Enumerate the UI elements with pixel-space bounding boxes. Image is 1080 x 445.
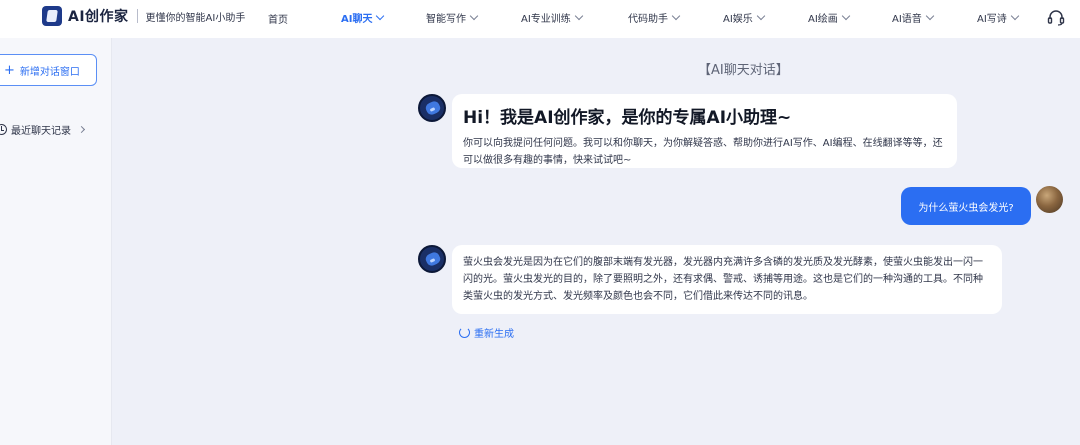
nav-label: AI聊天 [341,14,373,25]
logo-text: AI创作家 [68,9,129,25]
history-label: 最近聊天记录 [11,126,71,137]
nav-ai-training[interactable]: AI专业训练 [521,10,584,25]
logo[interactable]: AI创作家 更懂你的智能AI小助手 [42,6,245,26]
nav-label: 代码助手 [628,14,668,25]
regenerate-label: 重新生成 [474,329,514,340]
clock-icon [0,124,7,135]
nav-ai-painting[interactable]: AI绘画 [808,10,851,25]
nav-code-assistant[interactable]: 代码助手 [628,10,681,25]
new-chat-label: 新增对话窗口 [19,66,80,78]
logo-divider [136,9,138,23]
chevron-down-icon [469,11,479,21]
answer-bubble: 萤火虫会发光是因为在它们的腹部末端有发光器，发光器内充满许多含磷的发光质及发光酵… [452,245,1002,314]
nav-label: AI专业训练 [521,14,571,25]
headset-icon[interactable] [1047,9,1065,27]
nav-label: AI娱乐 [723,14,753,25]
user-message-text: 为什么萤火虫会发光? [918,202,1014,214]
answer-text: 萤火虫会发光是因为在它们的腹部末端有发光器，发光器内充满许多含磷的发光质及发光酵… [463,257,983,302]
chevron-down-icon [671,11,681,21]
bot-avatar [418,94,446,122]
nav-home[interactable]: 首页 [268,11,288,26]
sidebar: + 新增对话窗口 最近聊天记录 [0,38,112,445]
chevron-right-icon [77,125,86,134]
nav-label: AI语音 [892,14,922,25]
chevron-down-icon [756,11,766,21]
nav-label: AI写诗 [977,14,1007,25]
greeting-title: Hi！我是AI创作家，是你的专属AI小助理~ [463,108,792,128]
nav-smart-writing[interactable]: 智能写作 [426,10,479,25]
nav-ai-entertainment[interactable]: AI娱乐 [723,10,766,25]
greeting-bubble: Hi！我是AI创作家，是你的专属AI小助理~ 你可以向我提问任何问题。我可以和你… [452,94,957,168]
chevron-down-icon [1010,11,1020,21]
greeting-body: 你可以向我提问任何问题。我可以和你聊天，为你解疑答惑、帮助你进行AI写作、AI编… [463,138,943,166]
bot-avatar [418,245,446,273]
chevron-down-icon [841,11,851,21]
chevron-down-icon [376,11,385,21]
user-avatar [1036,186,1063,213]
nav-ai-poetry[interactable]: AI写诗 [977,10,1020,25]
top-nav: AI创作家 更懂你的智能AI小助手 首页 AI聊天 智能写作 AI专业训练 代码… [0,0,1080,38]
nav-ai-chat[interactable]: AI聊天 [341,10,385,25]
nav-ai-voice[interactable]: AI语音 [892,10,935,25]
logo-icon [42,6,62,26]
chat-title: 【AI聊天对话】 [698,63,789,78]
chevron-down-icon [574,11,584,21]
regenerate-button[interactable]: 重新生成 [459,325,514,340]
new-chat-button[interactable]: + 新增对话窗口 [0,54,97,86]
plus-icon: + [4,62,15,78]
nav-label: AI绘画 [808,14,838,25]
user-message-bubble: 为什么萤火虫会发光? [901,187,1031,225]
nav-label: 智能写作 [426,14,466,25]
recent-history-link[interactable]: 最近聊天记录 [0,122,86,137]
chevron-down-icon [925,11,935,21]
refresh-icon [459,327,470,338]
slogan: 更懂你的智能AI小助手 [145,12,246,24]
